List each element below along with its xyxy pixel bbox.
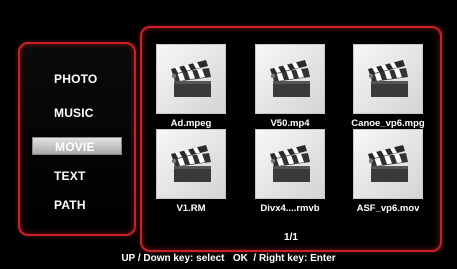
clapperboard-icon [267,140,313,189]
menu-item-text[interactable]: TEXT [32,167,122,185]
category-menu: PHOTO MUSIC MOVIE TEXT PATH [18,42,136,236]
file-name: V50.mp4 [270,118,310,129]
clapperboard-icon [168,140,214,189]
file-name: V1.RM [176,203,206,214]
file-tile[interactable] [255,129,325,199]
file-name: Ad.mpeg [170,118,212,129]
clapperboard-icon [267,55,313,104]
file-name: Divx4....rmvb [260,203,320,214]
file-tile[interactable] [255,44,325,114]
file-tile[interactable] [156,44,226,114]
file-tile[interactable] [353,129,423,199]
clapperboard-icon [365,55,411,104]
menu-item-photo[interactable]: PHOTO [32,70,122,88]
clapperboard-icon [365,140,411,189]
media-player-screen: PHOTO MUSIC MOVIE TEXT PATH Ad.mpeg V50.… [0,0,457,269]
file-browser: Ad.mpeg V50.mp4 Canoe_vp6.mpg V1.RM Divx… [140,26,442,252]
file-name: ASF_vp6.mov [356,203,420,214]
menu-item-music[interactable]: MUSIC [32,104,122,122]
menu-item-path[interactable]: PATH [32,196,122,214]
clapperboard-icon [168,55,214,104]
file-name: Canoe_vp6.mpg [351,118,425,129]
key-hint: UP / Down key: select OK / Right key: En… [121,253,336,264]
menu-item-movie[interactable]: MOVIE [32,137,122,155]
file-tile[interactable] [353,44,423,114]
page-indicator: 1/1 [284,232,298,243]
file-tile[interactable] [156,129,226,199]
